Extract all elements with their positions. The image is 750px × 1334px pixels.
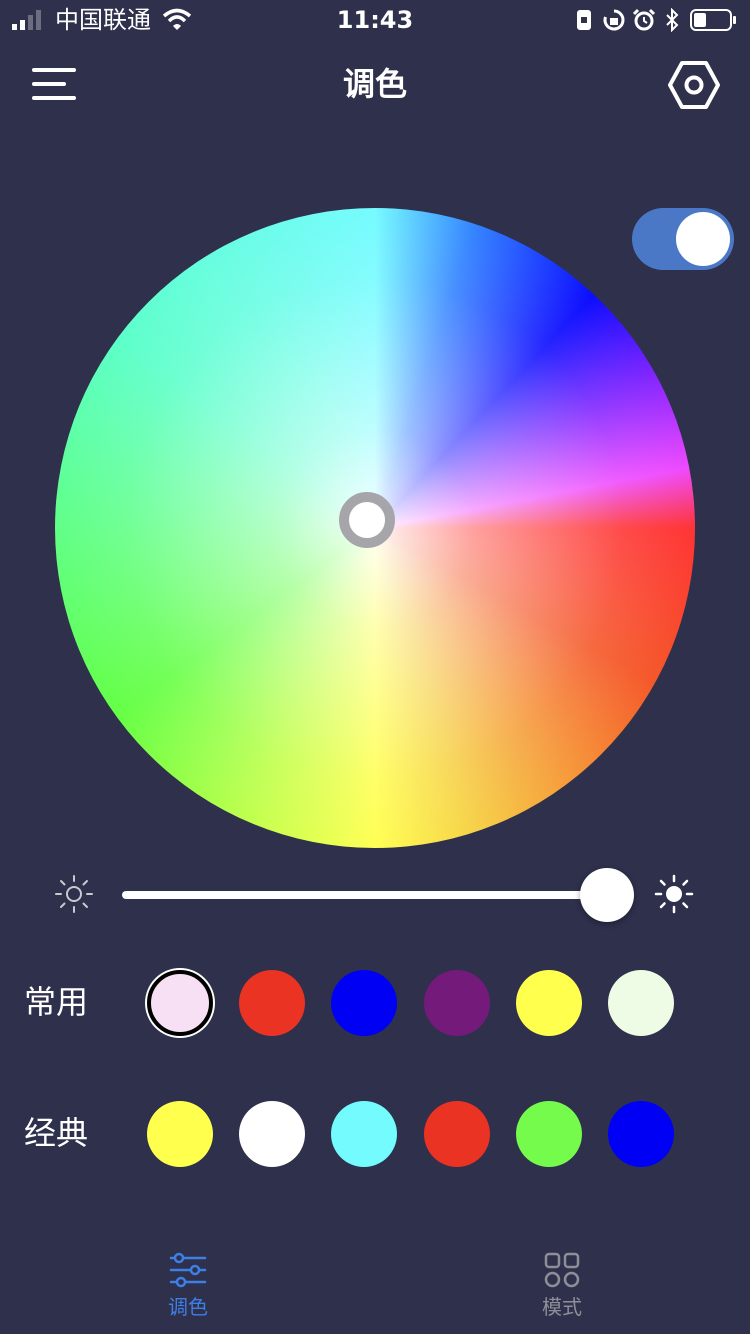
classic-colors-row: 经典 [0,1099,750,1169]
classic-color-swatch-6[interactable] [608,1101,674,1167]
common-color-swatch-1[interactable] [147,970,213,1036]
tab-mode[interactable]: 模式 [502,1252,622,1334]
app-header: 调色 [0,40,750,130]
hexagon-settings-icon[interactable] [668,60,720,110]
classic-colors-label: 经典 [24,1114,89,1152]
rotation-lock-icon [603,9,625,31]
power-toggle[interactable] [632,208,734,270]
common-color-swatch-2[interactable] [239,970,306,1036]
power-toggle-knob [676,212,730,266]
bluetooth-icon [666,8,679,32]
page-title: 调色 [342,65,407,103]
common-color-swatch-3[interactable] [331,970,398,1036]
battery-icon [690,9,736,31]
sliders-icon [169,1252,207,1288]
common-color-swatch-5[interactable] [515,970,582,1036]
classic-color-swatch-3[interactable] [331,1101,398,1167]
common-colors-label: 常用 [24,983,89,1021]
portrait-lock-icon [577,10,591,30]
classic-color-swatch-2[interactable] [239,1101,306,1167]
sun-bright-icon [654,874,694,914]
common-colors-row: 常用 [0,968,750,1038]
common-color-swatch-6[interactable] [608,970,674,1036]
brightness-slider-thumb[interactable] [580,868,635,922]
color-picker-handle[interactable] [339,492,395,548]
sun-dim-icon [55,875,93,913]
tab-color-label: 调色 [168,1295,208,1319]
classic-color-swatch-4[interactable] [423,1101,490,1167]
status-bar: 中国联通 11:43 [0,0,750,40]
grid-icon [544,1252,580,1288]
common-color-swatch-4[interactable] [423,970,490,1036]
color-wheel[interactable] [55,208,695,848]
bottom-tab-bar: 调色 模式 [0,1240,750,1334]
tab-mode-label: 模式 [542,1295,582,1319]
alarm-icon [632,8,656,31]
tab-color[interactable]: 调色 [128,1252,248,1334]
classic-color-swatch-5[interactable] [515,1101,582,1167]
classic-color-swatch-1[interactable] [147,1101,213,1167]
brightness-slider[interactable] [122,868,635,922]
